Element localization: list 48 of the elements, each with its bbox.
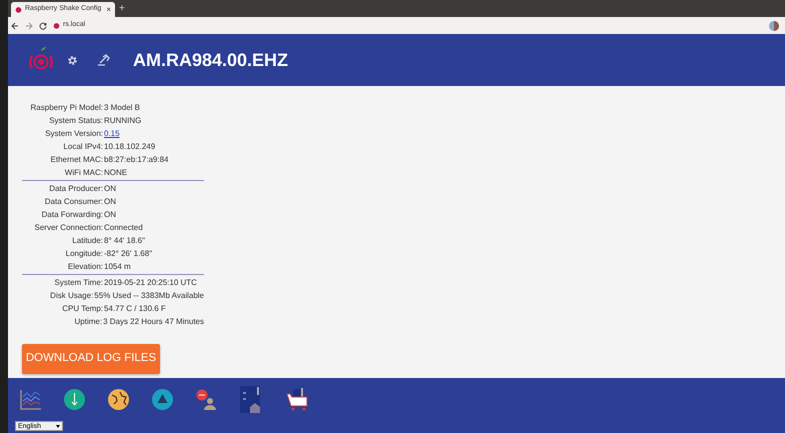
field-value: 1054 m: [104, 262, 131, 270]
field-value: Connected: [104, 224, 143, 232]
field-label: Server Connection:: [34, 224, 103, 232]
field-value: 3 Days 22 Hours 47 Minutes: [103, 318, 204, 326]
field-label: Longitude:: [64, 250, 103, 258]
field-label: CPU Temp:: [61, 304, 103, 312]
field-value: 10.18.102.249: [104, 142, 156, 150]
field-label: Disk Usage:: [49, 292, 94, 300]
circuit-board-icon[interactable]: [240, 386, 262, 414]
user-chat-icon[interactable]: [196, 388, 217, 410]
field-label: Data Forwarding:: [40, 210, 103, 218]
field-label: System Version:: [44, 130, 103, 138]
field-label: Data Producer:: [48, 184, 103, 192]
field-value: 2019-05-21 20:25:10 UTC: [104, 278, 197, 286]
version-link[interactable]: 0.15: [104, 130, 120, 138]
field-value: b8:27:eb:17:a9:84: [104, 156, 169, 164]
field-value: ON: [104, 184, 116, 192]
dropdown-caret-icon: [56, 424, 60, 428]
new-tab-button[interactable]: +: [119, 4, 125, 14]
avatar-icon[interactable]: [769, 20, 779, 30]
field-value: -82° 26' 1.68": [104, 250, 152, 258]
field-value: 3 Model B: [104, 104, 140, 112]
field-value: 54.77 C / 130.6 F: [104, 304, 166, 312]
field-value: 55% Used -- 3383Mb Available: [94, 292, 204, 300]
field-label: Latitude:: [71, 236, 103, 244]
field-value: ON: [104, 198, 116, 206]
station-title: AM.RA984.00.EHZ: [133, 48, 288, 72]
field-label: Data Consumer:: [44, 198, 103, 206]
field-label: Ethernet MAC:: [50, 156, 103, 164]
back-icon[interactable]: [11, 22, 19, 30]
raspberry-icon: [53, 22, 60, 29]
field-label: Uptime:: [74, 318, 102, 326]
field-value: RUNNING: [104, 116, 142, 124]
field-label: Elevation:: [66, 262, 103, 270]
raspberry-icon: [15, 6, 22, 13]
field-value: ON: [104, 210, 116, 218]
line-chart-icon[interactable]: [20, 389, 41, 410]
field-label: Local IPv4:: [62, 142, 103, 150]
field-label: Raspberry Pi Model:: [30, 104, 103, 112]
close-icon[interactable]: ×: [106, 6, 111, 14]
settings-icon[interactable]: [67, 54, 78, 66]
field-value: NONE: [104, 168, 128, 176]
field-value: 8° 44' 18.6": [104, 236, 145, 244]
field-label: WiFi MAC:: [64, 168, 103, 176]
cart-icon[interactable]: [285, 388, 309, 412]
reload-icon[interactable]: [39, 22, 47, 30]
field-label: System Time:: [54, 278, 103, 286]
field-label: System Status:: [48, 116, 103, 124]
